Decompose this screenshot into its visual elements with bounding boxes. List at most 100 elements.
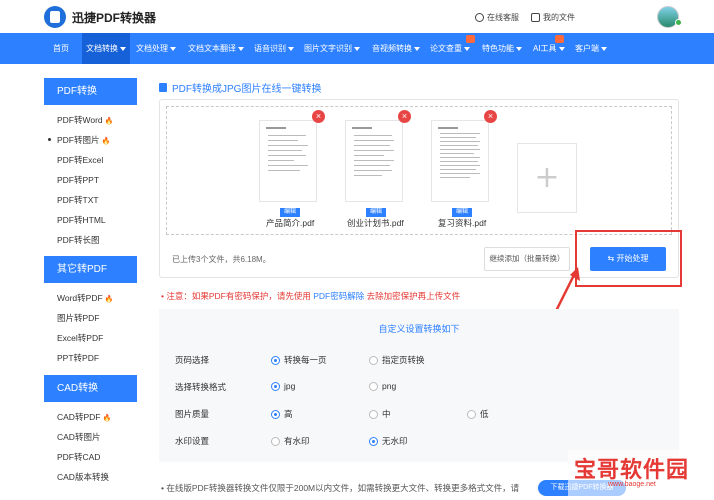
sidebar-item-cad-to-pdf[interactable]: CAD转PDF 🔥: [57, 411, 111, 423]
edit-file-button[interactable]: 编辑: [280, 208, 300, 217]
document-icon: [159, 83, 167, 92]
radio-icon: [467, 409, 476, 419]
file-card: [345, 120, 403, 202]
sidebar-section-to-pdf: 其它转PDF: [44, 256, 137, 283]
chevron-down-icon: [238, 46, 244, 51]
sidebar-item-image-to-pdf[interactable]: 图片转PDF: [57, 312, 100, 324]
sidebar-item-pdf-to-word[interactable]: PDF转Word 🔥: [57, 114, 113, 126]
new-badge: [466, 35, 475, 43]
page-title-text: PDF转换成JPG图片在线一键转换: [172, 84, 322, 95]
sidebar-section-cad: CAD转换: [44, 375, 137, 402]
watermark-url: www.baoge.net: [608, 481, 656, 488]
chevron-down-icon: [354, 46, 360, 51]
sidebar-item-pdf-to-image[interactable]: PDF转图片 🔥: [48, 134, 111, 146]
sidebar-item-pdf-to-cad[interactable]: PDF转CAD: [57, 451, 100, 463]
option-jpg[interactable]: jpg: [271, 381, 295, 391]
file-card: [431, 120, 489, 202]
sidebar-item-excel-to-pdf[interactable]: Excel转PDF: [57, 332, 103, 344]
option-quality-low[interactable]: 低: [467, 408, 489, 420]
nav-item-plagiarism[interactable]: 论文查重: [430, 33, 470, 64]
drop-zone[interactable]: [166, 106, 672, 235]
edit-file-button[interactable]: 编辑: [452, 208, 472, 217]
headset-icon: [475, 13, 484, 22]
format-label: 选择转换格式: [175, 382, 227, 392]
nav-item-doc-translate[interactable]: 文档文本翻译: [188, 33, 244, 64]
my-files-link[interactable]: 我的文件: [531, 12, 575, 23]
option-specific-page[interactable]: 指定页转换: [369, 354, 425, 366]
option-png[interactable]: png: [369, 381, 396, 391]
new-badge: [555, 35, 564, 43]
nav-label: 客户端: [575, 44, 599, 53]
watermark-text: 宝哥软件园: [574, 457, 690, 482]
option-label: 转换每一页: [284, 355, 327, 365]
radio-icon: [271, 381, 280, 391]
option-every-page[interactable]: 转换每一页: [271, 354, 327, 366]
nav-item-client[interactable]: 客户端: [575, 33, 607, 64]
edit-file-button[interactable]: 编辑: [366, 208, 386, 217]
file-card: [259, 120, 317, 202]
nav-item-doc-process[interactable]: 文档处理: [136, 33, 176, 64]
sidebar: PDF转换 PDF转Word 🔥 PDF转图片 🔥 PDF转Excel PDF转PP…: [44, 78, 137, 500]
sidebar-item-cad-to-image[interactable]: CAD转图片: [57, 431, 100, 443]
nav-item-doc-convert[interactable]: 文档转换: [82, 33, 130, 64]
nav-item-features[interactable]: 特色功能: [482, 33, 522, 64]
radio-icon: [271, 436, 280, 446]
option-with-watermark[interactable]: 有水印: [271, 435, 310, 447]
option-label: png: [382, 381, 397, 391]
nav-label: 语音识别: [254, 44, 286, 53]
option-quality-high[interactable]: 高: [271, 408, 293, 420]
my-files-label: 我的文件: [543, 13, 575, 22]
option-label: jpg: [284, 381, 296, 391]
password-notice: • 注意：如果PDF有密码保护，请先使用 PDF密码解除 去除加密保护再上传文件: [161, 290, 460, 302]
nav-item-av-convert[interactable]: 音视频转换: [372, 33, 420, 64]
chevron-down-icon: [516, 46, 522, 51]
sidebar-item-ppt-to-pdf[interactable]: PPT转PDF: [57, 352, 99, 364]
nav-label: 文档转换: [86, 44, 118, 53]
nav-label: 音视频转换: [372, 44, 412, 53]
file-thumbnail: [259, 120, 317, 202]
chevron-down-icon: [170, 46, 176, 51]
nav-item-speech[interactable]: 语音识别: [254, 33, 294, 64]
file-name: 创业计划书.pdf: [347, 218, 404, 228]
hot-icon: 🔥: [104, 296, 114, 303]
file-thumbnail: [345, 120, 403, 202]
sidebar-item-cad-version[interactable]: CAD版本转换: [57, 471, 109, 483]
radio-icon: [271, 355, 280, 365]
logo-icon: [44, 6, 66, 28]
sidebar-section-pdf-convert: PDF转换: [44, 78, 137, 105]
nav-label: 特色功能: [482, 44, 514, 53]
app-logo[interactable]: 迅捷PDF转换器: [44, 6, 156, 28]
option-label: 高: [284, 409, 293, 419]
remove-file-button[interactable]: ×: [312, 110, 325, 123]
watermark-label: 水印设置: [175, 436, 210, 446]
nav-label: 首页: [53, 44, 69, 53]
pdf-password-link[interactable]: PDF密码解除: [313, 291, 364, 301]
radio-icon: [369, 409, 378, 419]
sidebar-item-label: PDF转Word: [57, 115, 103, 125]
file-thumbnail: [431, 120, 489, 202]
option-no-watermark[interactable]: 无水印: [369, 435, 408, 447]
nav-label: 文档文本翻译: [188, 44, 236, 53]
chevron-down-icon: [558, 46, 565, 51]
remove-file-button[interactable]: ×: [484, 110, 497, 123]
sidebar-item-pdf-to-txt[interactable]: PDF转TXT: [57, 194, 99, 206]
top-header: 迅捷PDF转换器 在线客服 我的文件: [0, 0, 714, 33]
remove-file-button[interactable]: ×: [398, 110, 411, 123]
nav-item-ocr[interactable]: 图片文字识别: [304, 33, 360, 64]
size-limit-note: • 在线版PDF转换器转换文件仅限于200M以内文件，如需转换更大文件、转换更多…: [161, 482, 519, 494]
nav-label: 论文查重: [430, 44, 462, 53]
add-file-button[interactable]: +: [517, 143, 577, 213]
sidebar-item-pdf-to-ppt[interactable]: PDF转PPT: [57, 174, 99, 186]
chevron-down-icon: [120, 46, 126, 51]
nav-item-home[interactable]: 首页: [53, 33, 69, 64]
online-service-link[interactable]: 在线客服: [475, 12, 519, 23]
sidebar-item-word-to-pdf[interactable]: Word转PDF 🔥: [57, 292, 113, 304]
option-label: 中: [382, 409, 391, 419]
option-quality-medium[interactable]: 中: [369, 408, 391, 420]
document-icon: [531, 13, 540, 22]
upload-summary: 已上传3个文件，共6.18M。: [172, 255, 271, 264]
hot-icon: 🔥: [101, 138, 111, 145]
sidebar-item-pdf-to-long-image[interactable]: PDF转长图: [57, 234, 100, 246]
sidebar-item-pdf-to-excel[interactable]: PDF转Excel: [57, 154, 103, 166]
sidebar-item-pdf-to-html[interactable]: PDF转HTML: [57, 214, 106, 226]
